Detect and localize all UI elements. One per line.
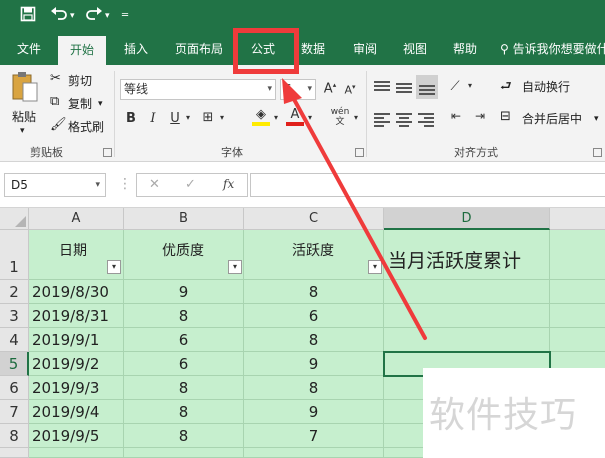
annotation-arrow [282, 78, 427, 340]
